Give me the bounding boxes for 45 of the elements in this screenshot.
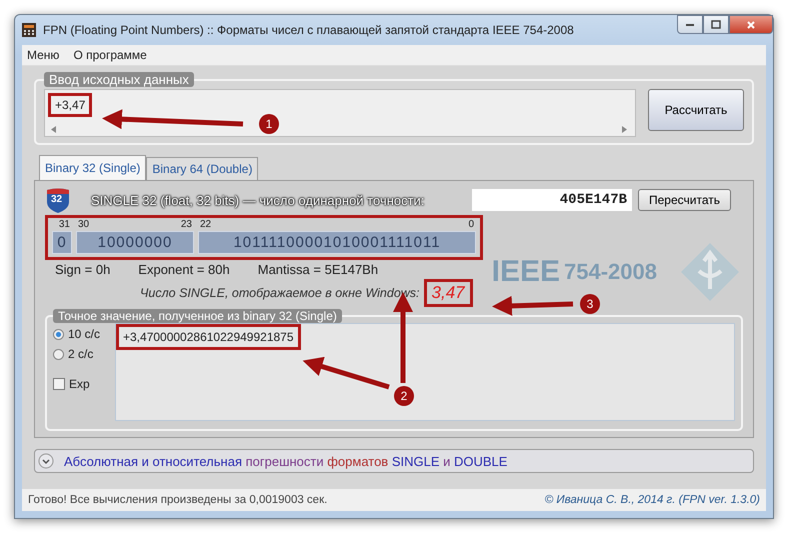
copyright-text: © Иваница С. В., 2014 г. (FPN ver. 1.3.0) — [544, 494, 760, 506]
bit-index: 23 — [180, 219, 192, 231]
format-heading: SINGLE 32 (float, 32 bits) — число одинарной точности: — [91, 192, 426, 208]
bit-value: 10111100001010001111011 — [198, 231, 476, 254]
window-title: FPN (Floating Point Numbers) :: Форматы чисел с плавающей запятой стандарта IEEE 754-2008 — [43, 23, 575, 37]
bit-index: 31 — [58, 219, 70, 231]
maximize-button[interactable] — [703, 15, 729, 34]
calculator-icon — [21, 22, 37, 38]
field-value-label: Mantissa = 5E147Bh — [258, 262, 378, 277]
radio-option[interactable]: 2 с/с — [53, 347, 109, 361]
recalculate-button[interactable]: Пересчитать — [638, 189, 731, 211]
hex-field[interactable]: 405E147B — [472, 189, 632, 211]
group-title: Точное значение, полученное из binary 32 (Single) — [53, 309, 342, 323]
exact-value: +3,47000002861022949921875 — [116, 324, 301, 350]
bit-index: 22 — [200, 219, 212, 231]
badge-number: 32 — [51, 194, 62, 205]
radio-option[interactable]: 10 с/с — [53, 327, 109, 341]
expander-bar[interactable]: Абсолютная и относительная погрешности форматов SINGLE и DOUBLE — [34, 449, 754, 473]
input-value: +3,47 — [48, 93, 92, 117]
bit-index: 0 — [468, 219, 474, 231]
field-value-label: Sign = 0h — [55, 262, 110, 277]
scroll-right-icon[interactable] — [622, 126, 627, 133]
windows-label: Число SINGLE, отображаемое в окне Windows: — [140, 286, 420, 300]
tab[interactable]: Binary 64 (Double) — [146, 157, 258, 180]
expander-title: Абсолютная и относительная погрешности форматов SINGLE и DOUBLE — [64, 454, 508, 468]
chevron-down-icon[interactable] — [38, 453, 54, 469]
group-title: Ввод исходных данных — [44, 72, 194, 87]
calculate-button[interactable]: Рассчитать — [648, 89, 744, 131]
bit-value: 0 — [52, 231, 72, 254]
menu-item[interactable]: Меню — [27, 48, 60, 62]
status-message: Готово! Все вычисления произведены за 0,0019003 сек. — [28, 494, 328, 506]
minimize-button[interactable] — [677, 15, 703, 34]
maximize-icon — [711, 20, 721, 30]
close-icon — [746, 20, 756, 30]
windows-value: 3,47 — [424, 279, 473, 307]
field-value-label: Exponent = 80h — [138, 262, 230, 277]
tab[interactable]: Binary 32 (Single) — [39, 155, 146, 180]
bit-index: 30 — [78, 219, 90, 231]
minimize-icon — [686, 24, 694, 26]
menu-item[interactable]: О программе — [73, 48, 147, 62]
bit-value: 10000000 — [76, 231, 194, 254]
close-button[interactable] — [729, 15, 773, 34]
exp-checkbox[interactable]: Exp — [53, 377, 109, 391]
scroll-left-icon[interactable] — [51, 126, 56, 133]
shield-badge-icon — [45, 187, 71, 213]
